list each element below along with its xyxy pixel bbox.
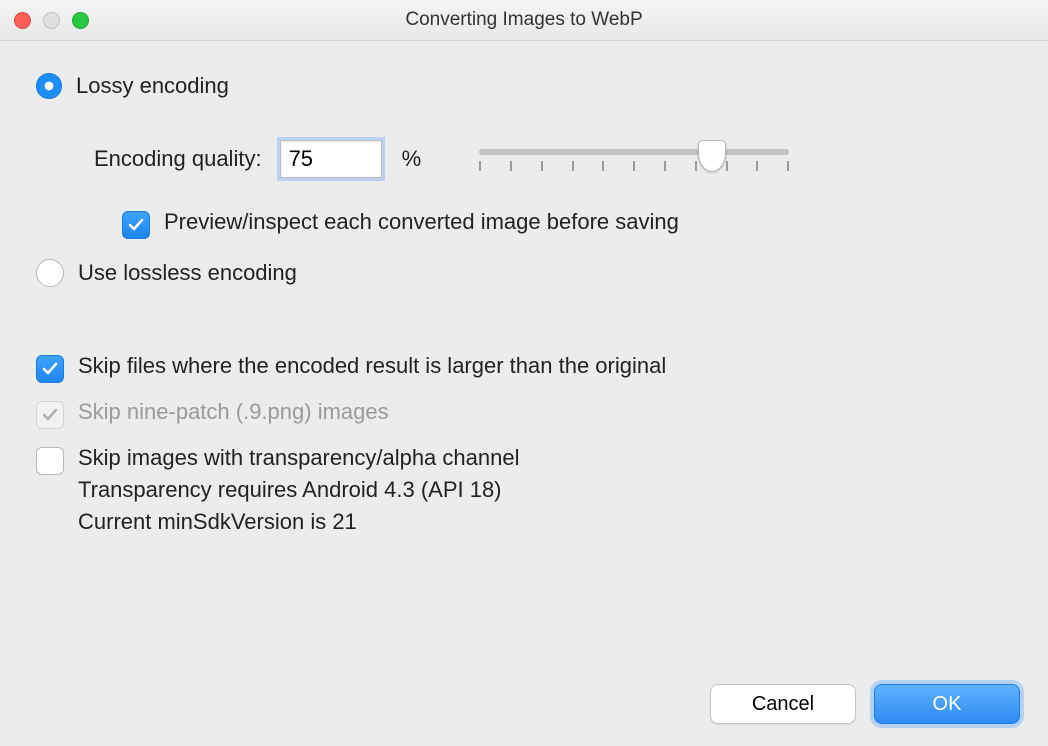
skip-ninepatch-row: Skip nine-patch (.9.png) images xyxy=(36,399,1012,429)
encoding-quality-row: Encoding quality: % xyxy=(36,139,1012,179)
check-icon xyxy=(41,360,59,378)
window-controls xyxy=(14,12,89,29)
percent-symbol: % xyxy=(402,146,422,172)
encoding-quality-label: Encoding quality: xyxy=(94,146,262,172)
lossy-label: Lossy encoding xyxy=(76,73,229,99)
skip-alpha-checkbox[interactable] xyxy=(36,447,64,475)
close-icon[interactable] xyxy=(14,12,31,29)
preview-label: Preview/inspect each converted image bef… xyxy=(164,209,679,235)
skip-alpha-row: Skip images with transparency/alpha chan… xyxy=(36,445,1012,535)
cancel-button[interactable]: Cancel xyxy=(710,684,856,724)
lossy-radio[interactable] xyxy=(36,73,62,99)
slider-track xyxy=(479,149,789,155)
skip-alpha-label: Skip images with transparency/alpha chan… xyxy=(78,445,519,471)
lossless-option-row: Use lossless encoding xyxy=(36,259,1012,287)
lossy-option-row: Lossy encoding xyxy=(36,73,1012,99)
ok-button[interactable]: OK xyxy=(874,684,1020,724)
encoding-quality-input[interactable] xyxy=(280,140,382,178)
check-icon xyxy=(127,216,145,234)
window-title: Converting Images to WebP xyxy=(405,9,642,30)
slider-ticks xyxy=(479,161,789,171)
lossless-radio[interactable] xyxy=(36,259,64,287)
preview-row: Preview/inspect each converted image bef… xyxy=(36,209,1012,239)
skip-ninepatch-label: Skip nine-patch (.9.png) images xyxy=(78,399,389,425)
skip-larger-checkbox[interactable] xyxy=(36,355,64,383)
skip-larger-row: Skip files where the encoded result is l… xyxy=(36,353,1012,383)
check-icon xyxy=(41,406,59,424)
skip-alpha-note1: Transparency requires Android 4.3 (API 1… xyxy=(78,477,519,503)
quality-slider[interactable] xyxy=(479,139,789,179)
dialog-footer: Cancel OK xyxy=(710,684,1020,724)
preview-checkbox[interactable] xyxy=(122,211,150,239)
skip-ninepatch-checkbox xyxy=(36,401,64,429)
titlebar: Converting Images to WebP xyxy=(0,0,1048,41)
skip-larger-label: Skip files where the encoded result is l… xyxy=(78,353,666,379)
skip-alpha-text: Skip images with transparency/alpha chan… xyxy=(78,445,519,535)
lossless-label: Use lossless encoding xyxy=(78,260,297,286)
dialog-content: Lossy encoding Encoding quality: % Previ… xyxy=(0,41,1048,535)
zoom-icon[interactable] xyxy=(72,12,89,29)
skip-alpha-note2: Current minSdkVersion is 21 xyxy=(78,509,519,535)
minimize-icon[interactable] xyxy=(43,12,60,29)
